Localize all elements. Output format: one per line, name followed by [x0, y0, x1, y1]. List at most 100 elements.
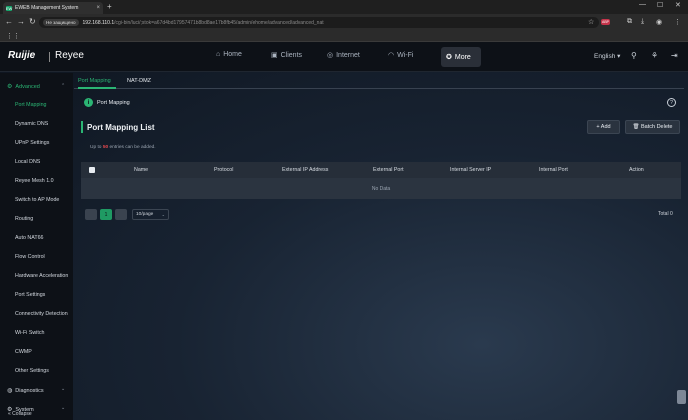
sidebar-group-diagnostics[interactable]: ◍ Diagnostics — [7, 387, 44, 395]
limit-value: 50 — [102, 145, 109, 150]
extensions-icon[interactable]: ⧉ — [627, 18, 632, 26]
sidebar-group-label: Advanced — [15, 83, 40, 90]
next-page-button[interactable] — [115, 209, 127, 220]
list-title: Port Mapping List — [87, 123, 155, 132]
column-header-external-port: External Port — [373, 167, 404, 173]
chevron-down-icon: ⌄ — [161, 212, 165, 217]
sidebar-item-dynamic-dns[interactable]: Dynamic DNS — [15, 121, 48, 127]
sidebar-item-auto-nat66[interactable]: Auto NAT66 — [15, 235, 43, 241]
active-tab-indicator — [78, 87, 116, 89]
entries-limit-note: Up to 50 entries can be added. — [90, 145, 156, 150]
section-title: Port Mapping — [97, 100, 130, 106]
column-header-action: Action — [629, 167, 644, 173]
url-input[interactable]: Не защищено 192.168.110.1 /cgi-bin/luci/… — [39, 17, 599, 28]
sidebar-item-port-settings[interactable]: Port Settings — [15, 292, 45, 298]
chevron-down-icon: ⌄ — [61, 386, 66, 392]
nav-internet[interactable]: ◎ Internet — [327, 51, 360, 60]
clients-icon: ▣ — [271, 52, 278, 59]
browser-menu-icon[interactable]: ⋮ — [674, 18, 681, 26]
new-tab-button[interactable]: + — [107, 2, 112, 11]
collapse-icon: « — [8, 411, 11, 417]
back-icon[interactable]: ← — [5, 17, 13, 26]
favicon-icon: EW — [5, 5, 13, 11]
collapse-label: Collapse — [12, 411, 32, 417]
tab-close-icon[interactable]: × — [96, 5, 100, 11]
page-size-value: 10/page — [136, 212, 154, 217]
security-badge[interactable]: Не защищено — [43, 19, 79, 26]
column-header-external-ip: External IP Address — [282, 167, 329, 173]
batch-delete-button[interactable]: 🗑 Batch Delete — [625, 120, 680, 134]
minimize-button[interactable]: — — [639, 1, 646, 8]
download-icon[interactable]: ⤓ — [641, 18, 644, 26]
nav-wifi-label: Wi-Fi — [397, 51, 414, 59]
nav-clients-label: Clients — [280, 51, 303, 59]
sidebar-item-other-settings[interactable]: Other Settings — [15, 368, 49, 374]
column-header-name: Name — [134, 167, 149, 173]
nav-clients[interactable]: ▣ Clients — [271, 51, 303, 60]
collapse-button[interactable]: « Collapse — [8, 411, 32, 417]
sidebar: ⚙ Advanced ⌃ Port Mapping Dynamic DNS UP… — [0, 73, 73, 420]
diagnostics-icon: ◍ — [7, 388, 13, 394]
sidebar-item-connectivity[interactable]: Connectivity Detection — [15, 311, 68, 317]
bookmarks-bar: ⋮⋮ — [0, 31, 688, 42]
total-count: Total 0 — [658, 211, 673, 217]
column-header-internal-ip: Internal Server IP — [450, 167, 492, 173]
chevron-up-icon: ⌃ — [61, 83, 66, 89]
info-icon: i — [84, 98, 93, 107]
sidebar-item-hw-acceleration[interactable]: Hardware Acceleration — [15, 273, 68, 279]
page-size-select[interactable]: 10/page ⌄ — [132, 209, 169, 220]
empty-table-message: No Data — [81, 178, 681, 199]
floating-assistant-icon[interactable] — [677, 390, 686, 404]
network-icon[interactable]: ⚲ — [631, 51, 637, 60]
browser-tab[interactable]: EW EWEB Management System × — [3, 2, 103, 14]
adblock-extension-icon[interactable]: ABP — [601, 19, 610, 25]
reyee-logo: Reyee — [55, 50, 84, 61]
tab-port-mapping[interactable]: Port Mapping — [78, 78, 111, 84]
sidebar-group-label: Diagnostics — [15, 387, 44, 394]
browser-tab-bar: EW EWEB Management System × + — ☐ ✕ — [0, 0, 688, 14]
sidebar-item-cwmp[interactable]: CWMP — [15, 349, 32, 355]
nav-more-label: More — [454, 53, 471, 61]
sidebar-item-flow-control[interactable]: Flow Control — [15, 254, 45, 260]
profile-icon[interactable]: ◉ — [656, 18, 662, 26]
url-host: 192.168.110.1 — [82, 19, 115, 26]
nav-home[interactable]: ⌂ Home — [216, 51, 242, 58]
sidebar-item-reyee-mesh[interactable]: Reyee Mesh 1.0 — [15, 178, 54, 184]
internet-icon: ◎ — [327, 52, 334, 59]
logout-icon[interactable]: ⇥ — [671, 51, 678, 60]
sidebar-group-advanced[interactable]: ⚙ Advanced — [7, 83, 40, 91]
forward-icon[interactable]: → — [17, 17, 25, 26]
ruijie-logo: Ruijie — [8, 50, 36, 61]
plugin-icon[interactable]: ⚘ — [651, 51, 658, 60]
tab-nat-dmz[interactable]: NAT-DMZ — [127, 78, 151, 84]
add-button[interactable]: + Add — [587, 120, 620, 134]
top-navigation: Ruijie Reyee ⌂ Home ▣ Clients ◎ Internet… — [0, 42, 688, 72]
tab-divider — [74, 88, 684, 89]
apps-grid-icon[interactable]: ⋮⋮ — [6, 32, 20, 40]
close-window-button[interactable]: ✕ — [675, 1, 681, 9]
nav-more[interactable]: ✪ More — [441, 47, 481, 67]
nav-wifi[interactable]: ◠ Wi-Fi — [388, 51, 414, 60]
more-icon: ✪ — [446, 54, 452, 61]
sidebar-item-wifi-switch[interactable]: Wi-Fi Switch — [15, 330, 44, 336]
title-accent-bar — [81, 121, 83, 133]
prev-page-button[interactable] — [85, 209, 97, 220]
limit-prefix: Up to — [90, 145, 102, 150]
url-path: /cgi-bin/luci/;stok=a67d4bd17957471b8bd8… — [114, 19, 324, 26]
page-number-button[interactable]: 1 — [100, 209, 112, 220]
reload-icon[interactable]: ↻ — [29, 17, 36, 26]
sidebar-item-upnp[interactable]: UPnP Settings — [15, 140, 49, 146]
maximize-button[interactable]: ☐ — [657, 1, 663, 9]
sidebar-item-ap-mode[interactable]: Switch to AP Mode — [15, 197, 59, 203]
help-icon[interactable]: ? — [667, 98, 676, 107]
column-header-protocol: Protocol — [214, 167, 234, 173]
sidebar-item-local-dns[interactable]: Local DNS — [15, 159, 40, 165]
limit-suffix: entries can be added. — [109, 145, 156, 150]
bookmark-star-icon[interactable]: ☆ — [588, 18, 594, 26]
sidebar-item-port-mapping[interactable]: Port Mapping — [15, 102, 47, 108]
tab-title: EWEB Management System — [15, 5, 79, 11]
sidebar-item-routing[interactable]: Routing — [15, 216, 33, 222]
select-all-checkbox[interactable] — [89, 167, 95, 173]
address-bar: ← → ↻ Не защищено 192.168.110.1 /cgi-bin… — [0, 14, 688, 31]
language-select[interactable]: English ▾ — [594, 52, 620, 60]
